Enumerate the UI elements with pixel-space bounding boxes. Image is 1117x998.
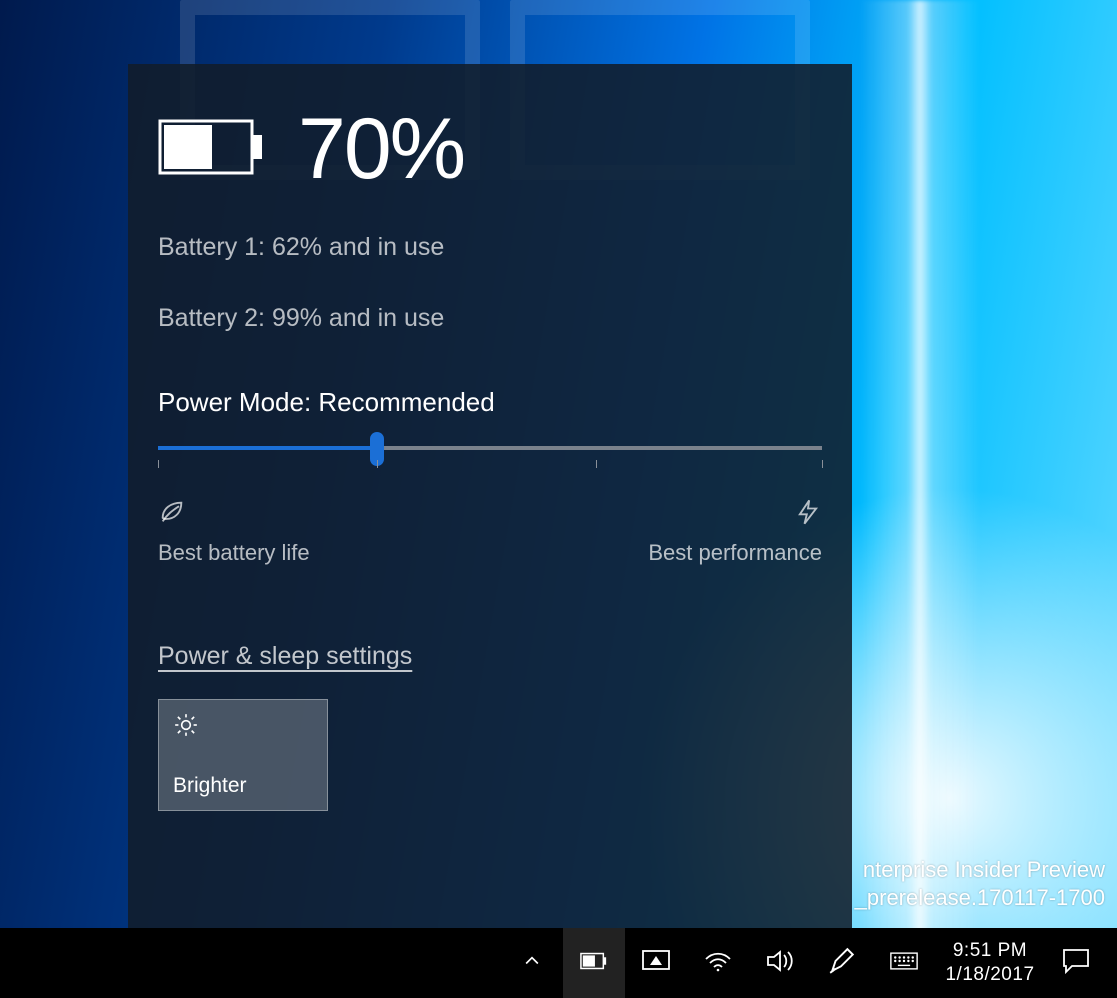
build-watermark: nterprise Insider Preview _prerelease.17… — [855, 856, 1105, 912]
action-center-icon — [1062, 947, 1090, 980]
best-battery: Best battery life — [158, 498, 310, 566]
tray-overflow[interactable] — [501, 928, 563, 998]
pen-icon — [828, 947, 856, 980]
slider-end-labels: Best battery life Best performance — [158, 498, 822, 566]
taskbar: 9:51 PM 1/18/2017 — [0, 928, 1117, 998]
wifi-icon — [704, 947, 732, 980]
battery-flyout: 70% Battery 1: 62% and in use Battery 2:… — [128, 64, 852, 930]
battery-1-status: Battery 1: 62% and in use — [158, 233, 822, 262]
battery-large-icon — [158, 117, 266, 182]
project-icon — [642, 947, 670, 980]
watermark-line2: _prerelease.170117-1700 — [855, 884, 1105, 912]
power-mode-label: Power Mode: Recommended — [158, 387, 822, 418]
lightning-icon — [794, 498, 822, 532]
tray-volume[interactable] — [749, 928, 811, 998]
battery-2-status: Battery 2: 99% and in use — [158, 304, 822, 333]
brightness-tile-label: Brighter — [173, 774, 313, 798]
slider-fill — [158, 446, 377, 450]
brightness-icon — [173, 712, 313, 744]
keyboard-icon — [890, 947, 918, 980]
volume-icon — [766, 947, 794, 980]
best-performance: Best performance — [648, 498, 822, 566]
best-performance-label: Best performance — [648, 540, 822, 566]
tray-touch-keyboard[interactable] — [873, 928, 935, 998]
battery-icon — [580, 947, 608, 980]
tray-clock[interactable]: 9:51 PM 1/18/2017 — [935, 928, 1045, 998]
battery-header: 70% — [158, 100, 822, 199]
tray-project[interactable] — [625, 928, 687, 998]
power-sleep-settings-link[interactable]: Power & sleep settings — [158, 642, 412, 671]
tray-pen[interactable] — [811, 928, 873, 998]
clock-time: 9:51 PM — [953, 939, 1027, 963]
chevron-up-icon — [522, 951, 542, 976]
clock-date: 1/18/2017 — [945, 963, 1034, 987]
brightness-tile[interactable]: Brighter — [158, 699, 328, 811]
power-mode-slider[interactable] — [158, 436, 822, 488]
tray-battery[interactable] — [563, 928, 625, 998]
watermark-line1: nterprise Insider Preview — [855, 856, 1105, 884]
leaf-icon — [158, 498, 310, 532]
system-tray: 9:51 PM 1/18/2017 — [501, 928, 1107, 998]
tray-action-center[interactable] — [1045, 928, 1107, 998]
best-battery-label: Best battery life — [158, 540, 310, 566]
battery-percent: 70% — [298, 100, 464, 199]
slider-ticks — [158, 460, 822, 468]
tray-wifi[interactable] — [687, 928, 749, 998]
